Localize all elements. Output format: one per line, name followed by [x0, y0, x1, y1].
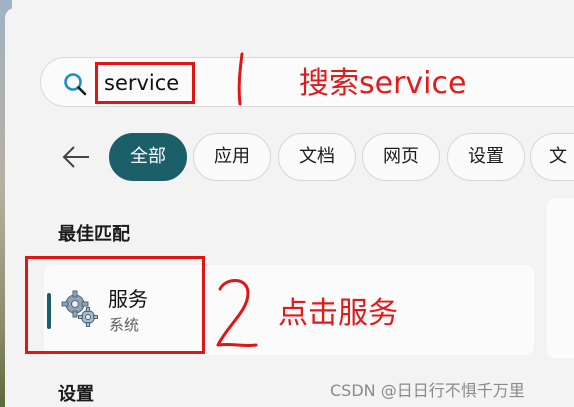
annotation-click-note: 点击服务	[278, 296, 398, 331]
settings-heading: 设置	[58, 384, 94, 405]
details-panel	[547, 198, 574, 358]
tab-web[interactable]: 网页	[362, 133, 440, 181]
search-icon	[64, 73, 87, 96]
annotation-search-note: 搜索service	[299, 66, 467, 101]
tab-settings[interactable]: 设置	[447, 133, 525, 181]
back-arrow-icon[interactable]	[60, 143, 92, 171]
annotation-step-number	[216, 279, 258, 348]
annotation-highlight-box	[25, 256, 205, 354]
best-match-heading: 最佳匹配	[58, 224, 130, 245]
tab-folders-partial[interactable]: 文	[530, 133, 574, 181]
tab-apps[interactable]: 应用	[193, 133, 271, 181]
annotation-caret-mark	[237, 52, 244, 106]
search-input[interactable]: service	[95, 62, 195, 104]
watermark: CSDN @日日行不惧千万里	[330, 381, 525, 400]
tab-all[interactable]: 全部	[109, 133, 187, 181]
tab-documents[interactable]: 文档	[278, 133, 356, 181]
